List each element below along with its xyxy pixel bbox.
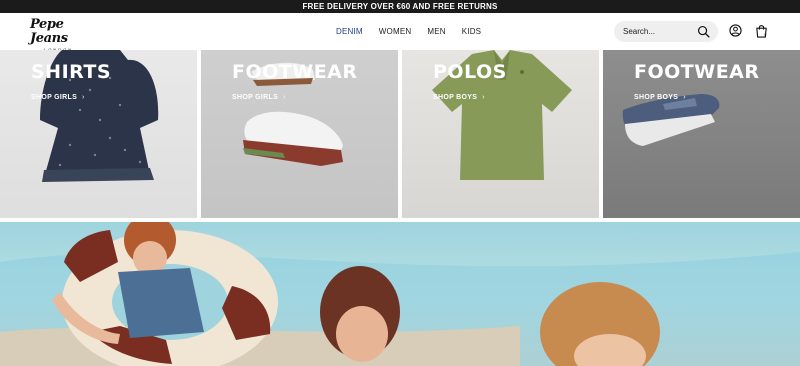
category-tiles: SHIRTS SHOP GIRLS › FOOTWEAR SHOP GIRLS › …: [0, 50, 800, 218]
hero-banner[interactable]: [0, 222, 800, 366]
tile-title: FOOTWEAR: [634, 61, 760, 83]
promo-text: FREE DELIVERY OVER €60 AND FREE RETURNS: [302, 2, 498, 11]
tile-link-label: SHOP BOYS: [433, 94, 478, 101]
tile-shop-link[interactable]: SHOP GIRLS ›: [232, 94, 286, 101]
tile-link-label: SHOP GIRLS: [232, 94, 279, 101]
nav-item-kids[interactable]: KIDS: [462, 27, 481, 36]
tile-shop-link[interactable]: SHOP BOYS ›: [634, 94, 686, 101]
main-nav: DENIM WOMEN MEN KIDS: [336, 13, 481, 50]
chevron-right-icon: ›: [82, 94, 85, 101]
search-icon[interactable]: [697, 25, 710, 38]
hero-kids-pool-image: [0, 222, 800, 366]
tile-title: FOOTWEAR: [232, 61, 358, 83]
tile-link-label: SHOP BOYS: [634, 94, 679, 101]
account-icon[interactable]: [729, 24, 742, 37]
brand-logo[interactable]: Pepe Jeans LONDON: [30, 17, 92, 53]
chevron-right-icon: ›: [482, 94, 485, 101]
search-input[interactable]: [623, 27, 693, 36]
tile-footwear-boys[interactable]: FOOTWEAR SHOP BOYS ›: [603, 50, 800, 218]
bag-count: 0: [764, 32, 767, 37]
tile-footwear-girls[interactable]: FOOTWEAR SHOP GIRLS ›: [201, 50, 398, 218]
tile-title: SHIRTS: [31, 61, 112, 83]
site-header: Pepe Jeans LONDON DENIM WOMEN MEN KIDS 0: [0, 13, 800, 53]
tile-polos-boys[interactable]: POLOS SHOP BOYS ›: [402, 50, 599, 218]
chevron-right-icon: ›: [283, 94, 286, 101]
nav-item-women[interactable]: WOMEN: [379, 27, 412, 36]
tile-shirts-girls[interactable]: SHIRTS SHOP GIRLS ›: [0, 50, 197, 218]
tile-link-label: SHOP GIRLS: [31, 94, 78, 101]
logo-wordmark: Pepe Jeans: [30, 17, 68, 46]
chevron-right-icon: ›: [683, 94, 686, 101]
tile-shop-link[interactable]: SHOP GIRLS ›: [31, 94, 85, 101]
tile-title: POLOS: [433, 61, 507, 83]
search-box: [614, 21, 718, 42]
nav-item-men[interactable]: MEN: [427, 27, 445, 36]
nav-item-denim[interactable]: DENIM: [336, 27, 363, 36]
promo-bar: FREE DELIVERY OVER €60 AND FREE RETURNS: [0, 0, 800, 13]
tile-shop-link[interactable]: SHOP BOYS ›: [433, 94, 485, 101]
